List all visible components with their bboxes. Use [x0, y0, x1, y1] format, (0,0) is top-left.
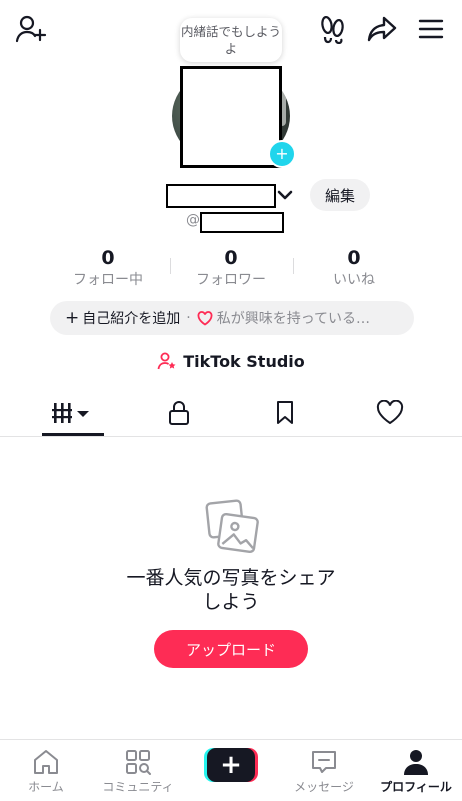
create-button[interactable]: +	[204, 748, 258, 782]
followers-count: 0	[224, 247, 238, 269]
followers-label: フォロワー	[196, 272, 266, 288]
tab-liked[interactable]	[361, 396, 419, 430]
studio-label: TikTok Studio	[183, 351, 305, 371]
nav-messages-label: メッセージ	[294, 780, 354, 794]
divider	[0, 436, 462, 437]
status-bubble[interactable]: 内緒話でもしようよ	[180, 18, 282, 62]
nav-profile-label: プロフィール	[380, 780, 452, 794]
heart-icon	[376, 400, 404, 425]
nav-messages[interactable]: メッセージ	[278, 740, 370, 801]
message-icon	[312, 751, 336, 773]
tab-saved[interactable]	[256, 396, 314, 430]
video-grid-icon	[52, 403, 89, 423]
tab-private[interactable]	[150, 396, 208, 430]
footprints-icon[interactable]	[316, 12, 350, 46]
handle-prefix: @	[186, 212, 200, 228]
username-redacted	[200, 212, 284, 233]
tiktok-studio-link[interactable]: TikTok Studio	[0, 351, 462, 371]
bookmark-icon	[277, 401, 293, 424]
add-avatar-plus-icon[interactable]: +	[268, 140, 296, 168]
chevron-down-icon[interactable]	[276, 186, 294, 204]
nav-home[interactable]: ホーム	[0, 740, 92, 801]
nav-profile[interactable]: プロフィール	[370, 740, 462, 801]
edit-profile-button[interactable]: 編集	[310, 179, 370, 211]
bio-separator: ·	[186, 310, 191, 326]
likes-count: 0	[347, 247, 361, 269]
share-icon[interactable]	[364, 12, 400, 46]
studio-person-star-icon	[157, 352, 176, 370]
empty-state-title-line2: しよう	[202, 591, 260, 613]
plus-icon: +	[65, 307, 80, 328]
add-friend-icon[interactable]	[14, 12, 48, 46]
nav-community[interactable]: コミュニティ	[92, 740, 184, 801]
nav-community-label: コミュニティ	[102, 780, 174, 794]
empty-state-title: 一番人気の写真をシェア しよう	[0, 566, 462, 614]
following-count: 0	[101, 247, 115, 269]
upload-button[interactable]: アップロード	[154, 630, 308, 668]
avatar[interactable]	[180, 66, 282, 168]
plus-icon: +	[207, 748, 255, 782]
home-icon	[34, 750, 58, 774]
following-label: フォロー中	[73, 272, 143, 288]
display-name-redacted	[166, 184, 276, 208]
stat-following[interactable]: 0 フォロー中	[48, 246, 168, 289]
hamburger-menu-icon[interactable]	[414, 12, 448, 46]
tab-videos[interactable]	[42, 396, 104, 430]
bio-pill[interactable]: + 自己紹介を追加 · 私が興味を持っている…	[50, 301, 414, 335]
add-bio-label[interactable]: 自己紹介を追加	[82, 308, 180, 328]
stat-likes[interactable]: 0 いいね	[294, 246, 414, 289]
photos-icon	[202, 498, 262, 556]
stat-followers[interactable]: 0 フォロワー	[171, 246, 291, 289]
nav-home-label: ホーム	[28, 780, 64, 794]
likes-label: いいね	[333, 272, 375, 288]
heart-outline-icon	[197, 310, 213, 326]
interests-label[interactable]: 私が興味を持っている…	[217, 308, 370, 328]
profile-person-icon	[404, 750, 428, 775]
community-grid-icon	[126, 750, 151, 775]
empty-state-title-line1: 一番人気の写真をシェア	[126, 567, 336, 589]
lock-icon	[169, 401, 189, 425]
